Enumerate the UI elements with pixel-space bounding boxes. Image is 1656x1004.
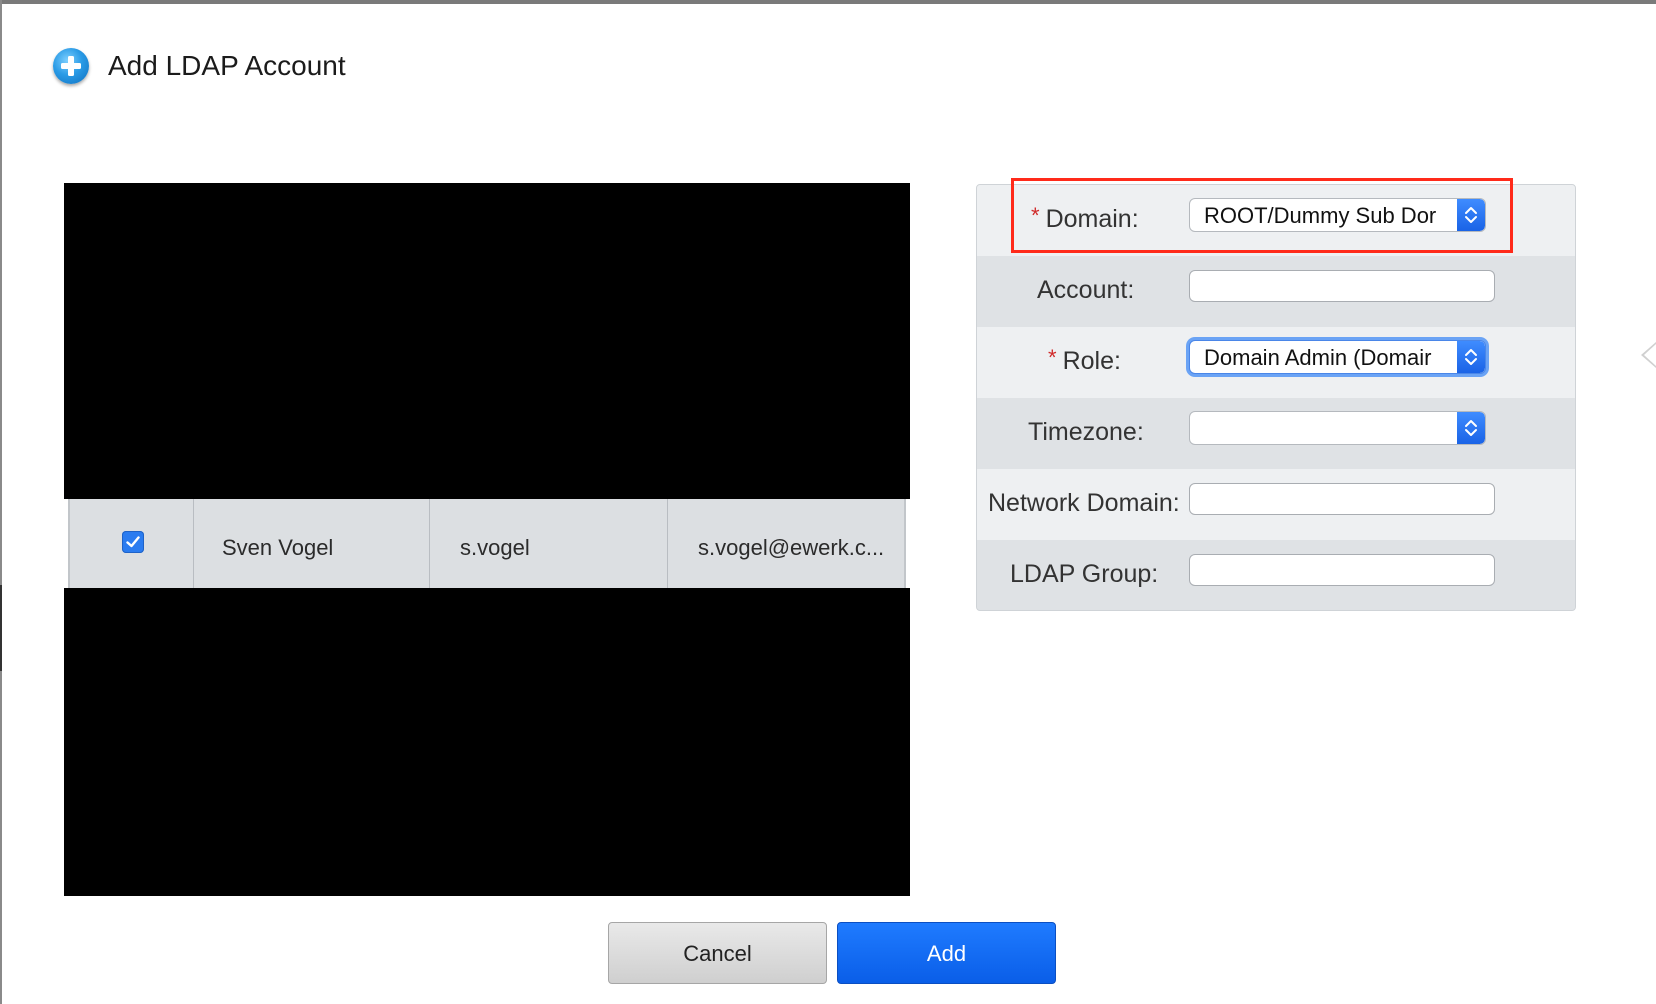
redacted-table-area-bottom (64, 588, 910, 896)
timezone-label: Timezone: (1028, 418, 1144, 446)
add-button[interactable]: Add (837, 922, 1056, 984)
add-circle-icon (53, 48, 89, 84)
row-email: s.vogel@ewerk.c... (698, 535, 885, 560)
required-marker: * (1048, 345, 1057, 370)
account-label: Account: (1037, 276, 1135, 304)
checkmark-icon (126, 536, 140, 548)
ldap-group-label: LDAP Group: (1010, 560, 1159, 588)
network-domain-label: Network Domain: (988, 489, 1180, 517)
row-name: Sven Vogel (222, 535, 334, 560)
dialog-title: Add LDAP Account (108, 50, 346, 81)
name-cell: Sven Vogel (194, 499, 430, 588)
timezone-select[interactable] (1189, 411, 1486, 445)
side-collapse-arrow-icon[interactable] (1641, 342, 1656, 368)
window-left-border (0, 0, 2, 1004)
account-input[interactable] (1189, 270, 1495, 302)
window-left-edge-accent (0, 585, 2, 671)
ldap-group-row: LDAP Group: (977, 540, 1575, 610)
checkbox-cell[interactable] (70, 499, 194, 588)
cancel-button[interactable]: Cancel (608, 922, 827, 984)
table-row[interactable]: Sven Vogel s.vogel s.vogel@ewerk.c... (68, 499, 906, 588)
username-cell: s.vogel (430, 499, 668, 588)
chevron-up-down-icon[interactable] (1457, 341, 1485, 373)
role-label: * Role: (1048, 345, 1121, 375)
window-top-border (0, 0, 1656, 4)
row-username: s.vogel (460, 535, 530, 560)
row-select-checkbox[interactable] (122, 531, 144, 553)
chevron-up-down-icon[interactable] (1457, 412, 1485, 444)
role-select-value: Domain Admin (Domair (1204, 345, 1432, 370)
network-domain-row: Network Domain: (977, 469, 1575, 540)
role-select[interactable]: Domain Admin (Domair (1189, 340, 1486, 374)
redacted-table-area-top (64, 183, 910, 499)
account-row: Account: (977, 256, 1575, 327)
email-cell: s.vogel@ewerk.c... (668, 499, 904, 588)
network-domain-input[interactable] (1189, 483, 1495, 515)
domain-highlight-annotation (1011, 178, 1513, 253)
timezone-row: Timezone: (977, 398, 1575, 469)
ldap-group-input[interactable] (1189, 554, 1495, 586)
role-row: * Role: Domain Admin (Domair (977, 327, 1575, 398)
